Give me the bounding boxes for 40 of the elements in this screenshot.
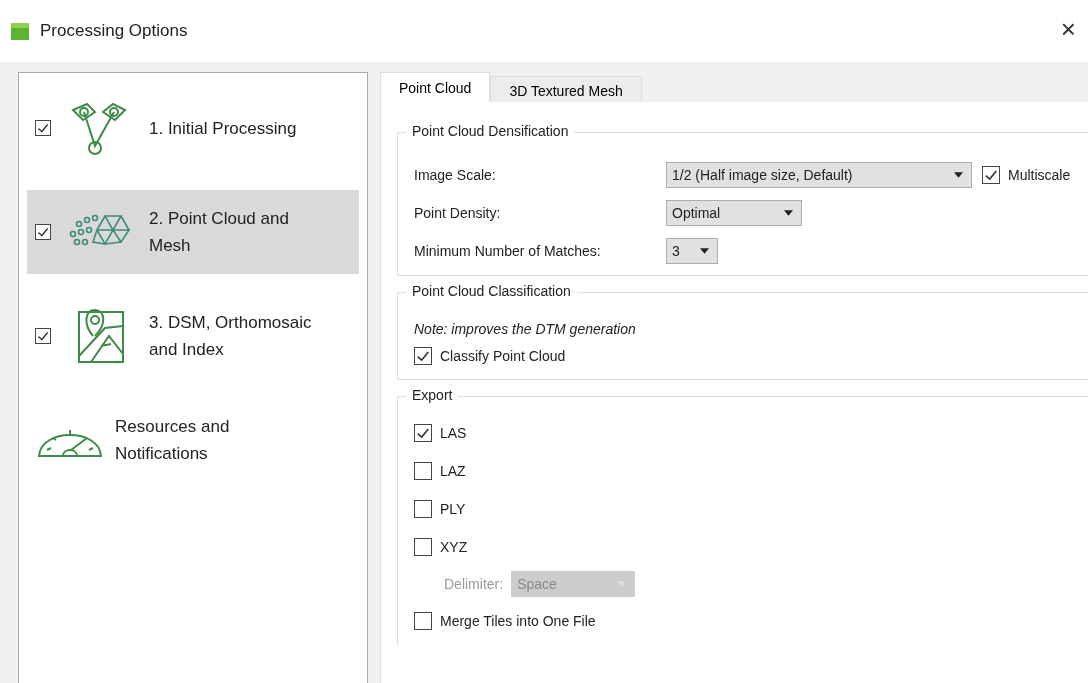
sidebar-item-label: 1. Initial Processing: [149, 117, 298, 140]
sidebar-item[interactable]: 3. DSM, Orthomosaic and Index: [27, 294, 359, 378]
checkbox[interactable]: LAS: [414, 419, 1088, 447]
note-text: Note: improves the DTM generation: [414, 321, 637, 337]
checkbox[interactable]: XYZ: [414, 533, 1088, 561]
sidebar-item-label: Resources and Notifications: [115, 416, 231, 465]
caret-icon: [954, 172, 963, 178]
checkbox[interactable]: [35, 328, 51, 344]
sidebar-item-label: 2. Point Cloud and Mesh: [149, 208, 290, 257]
sidebar-item-label: 3. DSM, Orthomosaic and Index: [149, 312, 313, 361]
group-title: Export: [406, 387, 459, 403]
group-title: Point Cloud Classification: [406, 283, 577, 299]
tab[interactable]: 3D Textured Mesh: [490, 76, 642, 102]
check-icon: [36, 329, 50, 343]
group-title: Point Cloud Densification: [406, 123, 575, 139]
checkbox[interactable]: Merge Tiles into One File: [414, 607, 1088, 635]
tab[interactable]: Point Cloud: [380, 72, 491, 102]
sidebar-item[interactable]: Resources and Notifications: [27, 398, 359, 482]
sidebar-item[interactable]: 1. Initial Processing: [27, 86, 359, 170]
window-title: Processing Options: [40, 21, 188, 41]
dropdown[interactable]: 1/2 (Half image size, Default): [666, 162, 972, 188]
app-logo-icon: [10, 21, 30, 41]
check-icon: [36, 225, 50, 239]
sidebar-item[interactable]: 2. Point Cloud and Mesh: [27, 190, 359, 274]
checkbox[interactable]: LAZ: [414, 457, 1088, 485]
checkbox[interactable]: [35, 120, 51, 136]
caret-icon: [700, 248, 709, 254]
dropdown[interactable]: 3: [666, 238, 718, 264]
field-label: Delimiter:: [444, 576, 504, 592]
field-label: Image Scale:: [414, 167, 497, 183]
field-label: Point Density:: [414, 205, 502, 221]
close-button[interactable]: ×: [1060, 13, 1076, 45]
checkbox[interactable]: PLY: [414, 495, 1088, 523]
checkbox[interactable]: [35, 224, 51, 240]
checkbox[interactable]: Multiscale: [982, 166, 1071, 184]
checkbox[interactable]: Classify Point Cloud: [414, 347, 1088, 365]
field-label: Minimum Number of Matches:: [414, 243, 602, 259]
caret-icon: [784, 210, 793, 216]
dropdown[interactable]: Optimal: [666, 200, 802, 226]
check-icon: [36, 121, 50, 135]
